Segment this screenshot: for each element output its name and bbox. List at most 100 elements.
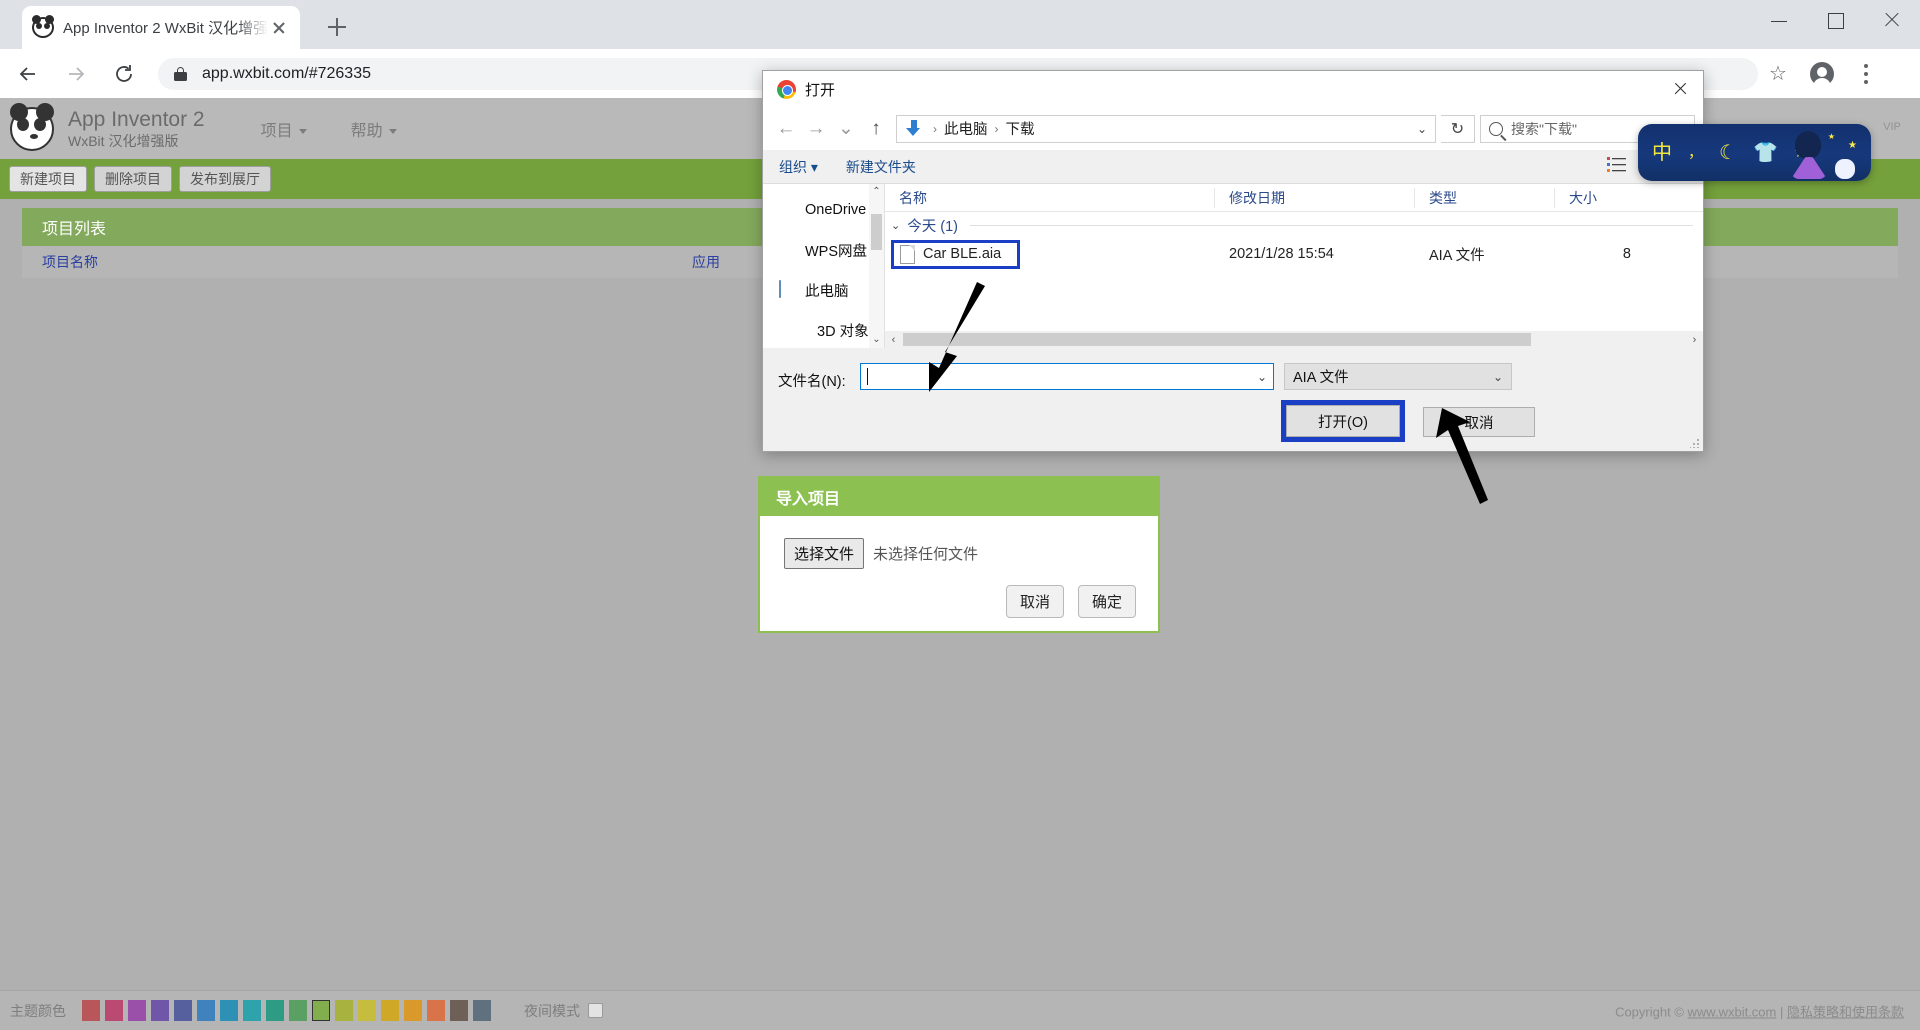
breadcrumb[interactable]: › 此电脑 › 下载 ⌄	[896, 114, 1436, 143]
column-name[interactable]: 名称	[885, 187, 1215, 208]
ime-punctuation-icon[interactable]: ，	[1688, 145, 1703, 160]
sidebar-scrollbar[interactable]: ⌃ ⌄	[869, 184, 884, 348]
theme-swatch[interactable]	[450, 1000, 468, 1021]
column-modified-date[interactable]: 修改日期	[1215, 187, 1415, 208]
chrome-menu-icon[interactable]	[1846, 54, 1886, 94]
dialog-recent-locations-icon[interactable]: ⌄	[831, 114, 861, 144]
scroll-right-icon[interactable]: ›	[1686, 334, 1703, 346]
dialog-back-icon[interactable]: ←	[771, 114, 801, 144]
file-row[interactable]: Car BLE.aia 2021/1/28 15:54 AIA 文件 8	[885, 238, 1703, 270]
ime-moon-icon[interactable]: ☾	[1719, 143, 1737, 163]
browser-tab-strip: App Inventor 2 WxBit 汉化增强	[0, 0, 1920, 49]
window-controls	[1752, 0, 1920, 49]
minimize-icon[interactable]	[1752, 0, 1808, 40]
scrollbar-thumb[interactable]	[871, 214, 882, 250]
vip-badge-icon: VIP	[1883, 121, 1901, 133]
file-selection-highlight[interactable]: Car BLE.aia	[891, 239, 1021, 269]
back-icon[interactable]	[8, 54, 48, 94]
no-file-selected-text: 未选择任何文件	[873, 546, 979, 563]
open-button[interactable]: 打开(O)	[1286, 405, 1400, 437]
resize-grip[interactable]	[1690, 438, 1700, 448]
file-picker-row: 选择文件 未选择任何文件	[784, 538, 1158, 569]
bookmark-star-icon[interactable]: ☆	[1758, 54, 1798, 94]
menu-help[interactable]: 帮助	[351, 117, 397, 141]
filename-input[interactable]: ⌄	[860, 363, 1274, 390]
dialog-up-icon[interactable]: ↑	[861, 114, 891, 144]
dialog-forward-icon[interactable]: →	[801, 114, 831, 144]
scrollbar-thumb[interactable]	[903, 333, 1531, 346]
publish-to-gallery-button[interactable]: 发布到展厅	[179, 166, 271, 192]
terms-link[interactable]: 隐私策略和使用条款	[1787, 1004, 1904, 1019]
dialog-nav-bar: ← → ⌄ ↑ › 此电脑 › 下载 ⌄ ↻ 搜索"下载"	[763, 107, 1703, 150]
chevron-down-icon[interactable]: ⌄	[1257, 370, 1267, 384]
file-name-cell[interactable]: Car BLE.aia	[885, 239, 1215, 269]
menu-projects[interactable]: 项目	[261, 117, 307, 141]
column-size[interactable]: 大小	[1555, 188, 1645, 208]
forward-icon[interactable]	[56, 54, 96, 94]
file-group-header[interactable]: ⌄ 今天 (1)	[885, 212, 1703, 238]
theme-swatch[interactable]	[266, 1000, 284, 1021]
choose-file-button[interactable]: 选择文件	[784, 538, 865, 569]
file-type-select[interactable]: AIA 文件 ⌄	[1284, 363, 1512, 390]
new-project-button[interactable]: 新建项目	[9, 166, 87, 192]
scroll-down-icon[interactable]: ⌄	[869, 332, 884, 348]
theme-swatch[interactable]	[381, 1000, 399, 1021]
chevron-down-icon[interactable]: ⌄	[891, 219, 900, 232]
scroll-up-icon[interactable]: ⌃	[869, 184, 884, 200]
import-modal-actions: 取消 确定	[784, 569, 1158, 618]
column-project-name[interactable]: 项目名称	[22, 252, 672, 272]
file-list-horizontal-scrollbar[interactable]: ‹ ›	[885, 331, 1703, 348]
ime-toolbar[interactable]: 中 ， ☾ 👕 ★ ★ ★	[1638, 124, 1871, 181]
night-mode-checkbox[interactable]	[588, 1003, 603, 1018]
panda-icon	[32, 14, 54, 39]
lock-icon	[174, 66, 188, 82]
new-folder-button[interactable]: 新建文件夹	[846, 157, 916, 177]
theme-swatch[interactable]	[404, 1000, 422, 1021]
theme-swatch[interactable]	[128, 1000, 146, 1021]
theme-swatch[interactable]	[312, 1000, 330, 1021]
sidebar-item-onedrive[interactable]: OneDrive	[763, 190, 884, 230]
import-cancel-button[interactable]: 取消	[1005, 585, 1064, 618]
theme-swatch[interactable]	[105, 1000, 123, 1021]
ime-decoration: ★ ★	[1767, 129, 1863, 181]
sidebar-item-3d-objects[interactable]: 3D 对象	[763, 310, 884, 348]
sidebar-item-label: 3D 对象	[817, 323, 869, 340]
theme-swatch[interactable]	[473, 1000, 491, 1021]
theme-swatch[interactable]	[427, 1000, 445, 1021]
cancel-button[interactable]: 取消	[1423, 407, 1535, 437]
organize-button[interactable]: 组织 ▾	[779, 157, 818, 177]
breadcrumb-item-downloads[interactable]: 下载	[1006, 118, 1035, 139]
change-view-icon[interactable]	[1607, 156, 1633, 178]
theme-swatch[interactable]	[82, 1000, 100, 1021]
sidebar-item-this-pc[interactable]: 此电脑	[763, 270, 884, 310]
scroll-left-icon[interactable]: ‹	[885, 334, 902, 346]
chevron-down-icon[interactable]: ⌄	[1493, 370, 1503, 384]
breadcrumb-item-this-pc[interactable]: 此电脑	[944, 118, 988, 139]
menu-help-label: 帮助	[350, 122, 383, 140]
browser-tab[interactable]: App Inventor 2 WxBit 汉化增强	[22, 6, 300, 49]
column-type[interactable]: 类型	[1415, 187, 1555, 208]
theme-swatch[interactable]	[197, 1000, 215, 1021]
theme-swatch[interactable]	[220, 1000, 238, 1021]
import-confirm-button[interactable]: 确定	[1077, 585, 1136, 618]
sidebar-item-wps-cloud[interactable]: WPS网盘	[763, 230, 884, 270]
reload-icon[interactable]	[104, 54, 144, 94]
refresh-icon[interactable]: ↻	[1441, 114, 1475, 143]
new-tab-button[interactable]	[320, 12, 354, 42]
theme-swatch[interactable]	[151, 1000, 169, 1021]
delete-project-button[interactable]: 删除项目	[94, 166, 172, 192]
theme-swatch[interactable]	[243, 1000, 261, 1021]
copyright-link[interactable]: www.wxbit.com	[1688, 1004, 1777, 1019]
ime-mode-icon[interactable]: 中	[1652, 143, 1672, 163]
profile-avatar[interactable]	[1802, 54, 1842, 94]
copyright-separator: |	[1776, 1004, 1787, 1019]
chevron-down-icon[interactable]: ⌄	[1417, 122, 1427, 136]
maximize-icon[interactable]	[1808, 0, 1864, 40]
theme-swatch[interactable]	[174, 1000, 192, 1021]
dialog-close-icon[interactable]	[1657, 71, 1703, 107]
window-close-icon[interactable]	[1864, 0, 1920, 40]
theme-swatch[interactable]	[358, 1000, 376, 1021]
close-icon[interactable]	[268, 17, 290, 39]
theme-swatch[interactable]	[289, 1000, 307, 1021]
theme-swatch[interactable]	[335, 1000, 353, 1021]
